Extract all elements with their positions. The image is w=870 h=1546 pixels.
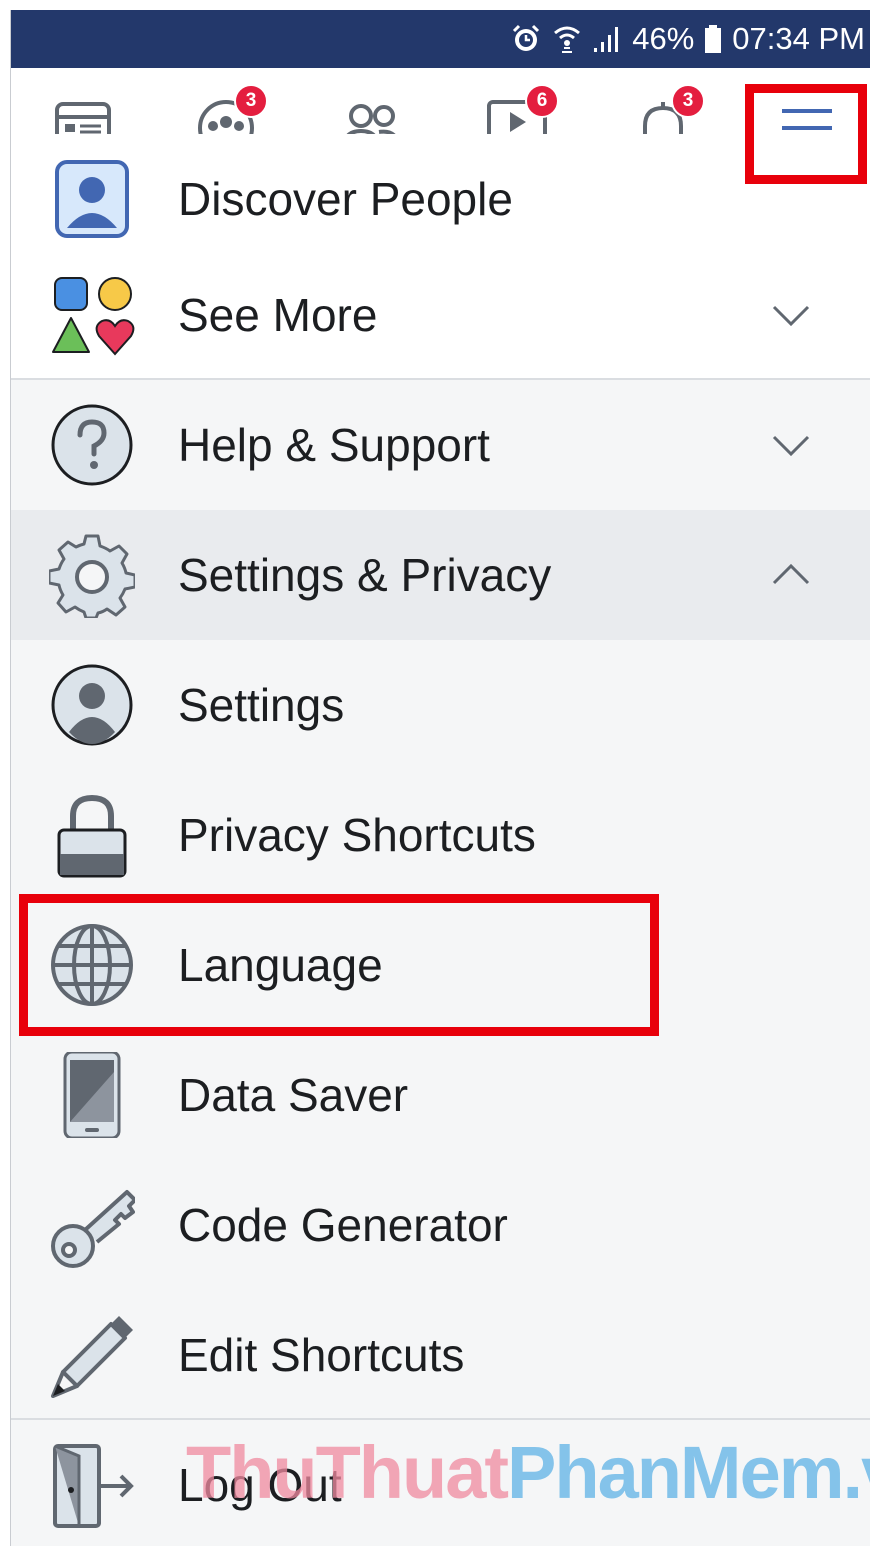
edit-shortcuts-label: Edit Shortcuts: [178, 1329, 465, 1381]
wifi-icon: [552, 23, 582, 55]
watermark-part1: ThuThuat: [186, 1431, 509, 1514]
watch-badge: 6: [525, 84, 559, 118]
settings-privacy-label: Settings & Privacy: [178, 549, 552, 601]
profile-avatar-icon: [51, 664, 133, 746]
menu-item-settings[interactable]: Settings: [11, 640, 870, 770]
see-more-icon: [52, 277, 135, 356]
data-saver-label: Data Saver: [178, 1069, 409, 1121]
notifications-badge: 3: [671, 84, 705, 118]
menu-item-help-support[interactable]: Help & Support: [11, 380, 870, 510]
menu-item-discover-people[interactable]: Discover People: [11, 134, 870, 264]
battery-icon: [704, 24, 722, 54]
clock-time: 07:34 PM: [732, 21, 865, 56]
privacy-shortcuts-label: Privacy Shortcuts: [178, 809, 536, 861]
menu-item-settings-privacy[interactable]: Settings & Privacy: [11, 510, 870, 640]
chevron-down-icon: [772, 435, 810, 457]
menu-item-language[interactable]: Language: [11, 900, 870, 1030]
key-icon: [51, 1190, 135, 1268]
status-bar: 46% 07:34 PM: [11, 10, 870, 68]
discover-people-label: Discover People: [178, 173, 513, 225]
code-generator-label: Code Generator: [178, 1199, 508, 1251]
menu-item-data-saver[interactable]: Data Saver: [11, 1030, 870, 1160]
help-support-label: Help & Support: [178, 419, 490, 471]
chevron-up-icon: [772, 563, 810, 585]
menu-item-edit-shortcuts[interactable]: Edit Shortcuts: [11, 1290, 870, 1420]
alarm-icon: [510, 23, 542, 55]
question-mark-icon: [51, 404, 133, 486]
app-screen: 46% 07:34 PM 3 6 3 Discover People See M…: [10, 10, 870, 1546]
chevron-down-icon: [772, 305, 810, 327]
signal-icon: [592, 24, 622, 54]
phone-icon: [63, 1052, 121, 1138]
menu-item-code-generator[interactable]: Code Generator: [11, 1160, 870, 1290]
settings-label: Settings: [178, 679, 345, 731]
log-out-icon: [53, 1444, 134, 1528]
battery-percent: 46%: [632, 21, 695, 56]
lock-icon: [57, 794, 127, 878]
watermark-part2: PhanMem.vn: [507, 1431, 870, 1514]
pencil-icon: [51, 1316, 133, 1398]
language-label: Language: [178, 939, 383, 991]
discover-people-icon: [55, 160, 129, 238]
gear-icon: [49, 534, 135, 618]
menu-item-see-more[interactable]: See More: [11, 250, 870, 380]
globe-icon: [51, 924, 133, 1006]
groups-badge: 3: [234, 84, 268, 118]
watermark: ThuThuatPhanMem.vn: [186, 1430, 870, 1515]
menu-item-privacy-shortcuts[interactable]: Privacy Shortcuts: [11, 770, 870, 900]
see-more-label: See More: [178, 289, 378, 341]
